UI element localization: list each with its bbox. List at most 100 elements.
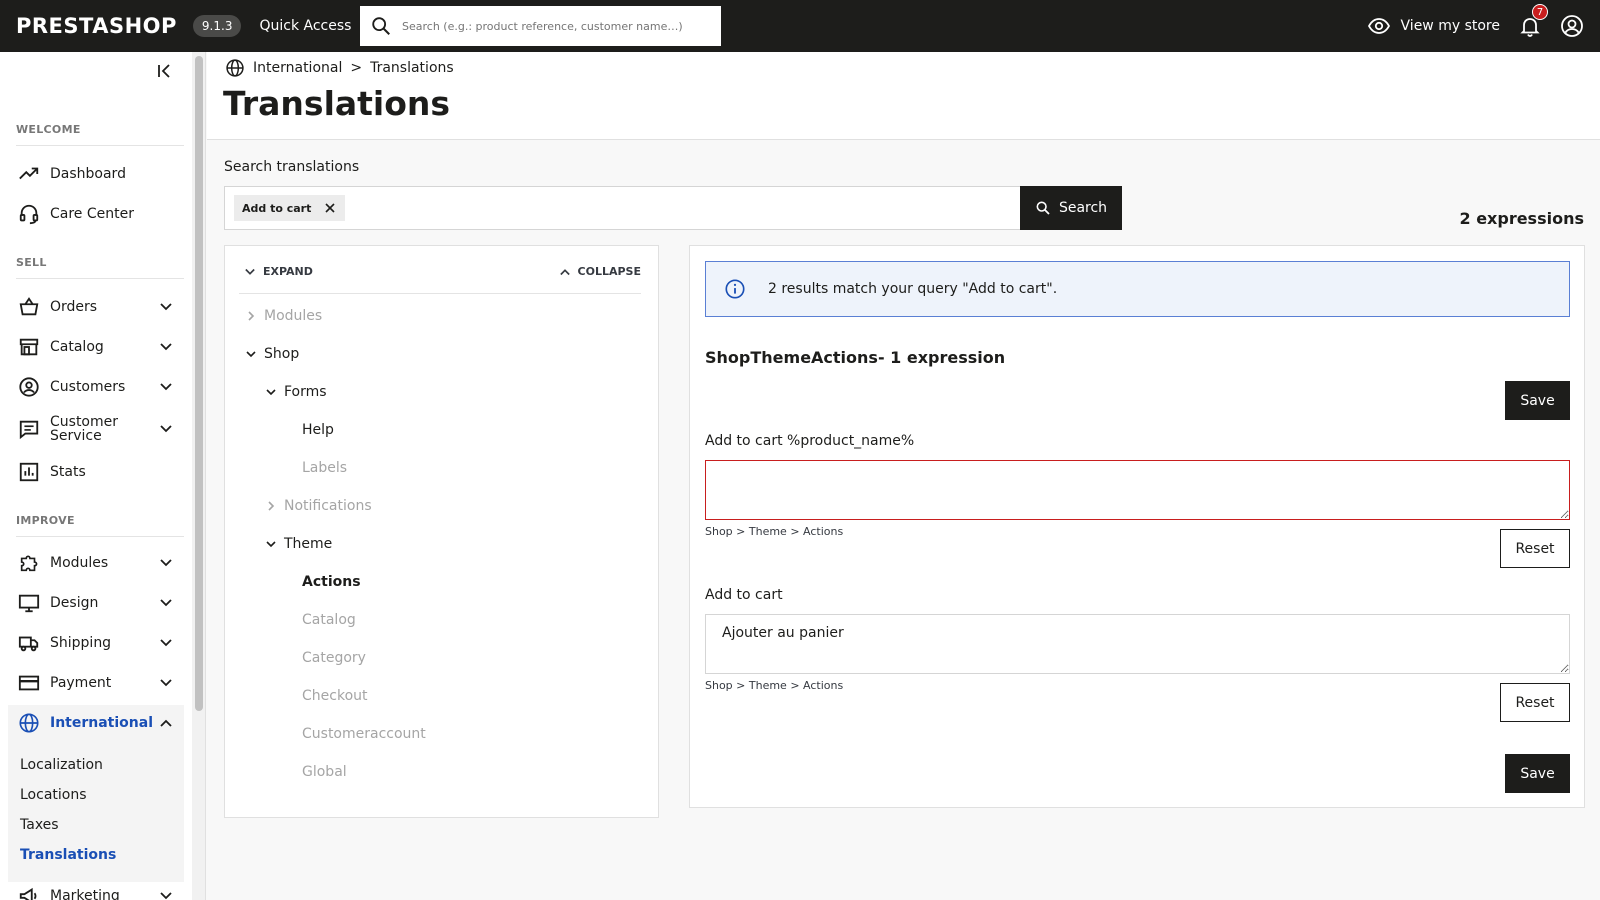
expression-source: Add to cart %product_name% bbox=[705, 433, 915, 449]
search-translations-label: Search translations bbox=[224, 159, 360, 175]
sidebar-item-payment[interactable]: Payment bbox=[16, 665, 184, 701]
chevron-down-icon bbox=[160, 425, 172, 433]
tree-node-labels[interactable]: Labels bbox=[302, 460, 347, 476]
breadcrumb-separator: > bbox=[350, 60, 363, 76]
page-title: Translations bbox=[223, 84, 451, 123]
tree-node-forms[interactable]: Forms bbox=[266, 384, 327, 400]
credit-card-icon bbox=[18, 675, 40, 691]
notifications-button[interactable]: 7 bbox=[1518, 4, 1548, 38]
expression-translation-field[interactable]: Ajouter au panier bbox=[705, 614, 1570, 674]
chevron-down-icon bbox=[246, 351, 256, 358]
truck-icon bbox=[18, 636, 39, 652]
results-panel: 2 results match your query "Add to cart"… bbox=[689, 245, 1585, 808]
save-button-top[interactable]: Save bbox=[1505, 381, 1570, 420]
tree-node-label: Catalog bbox=[302, 612, 356, 628]
chevron-down-icon bbox=[160, 559, 172, 567]
headset-icon bbox=[19, 204, 39, 225]
sidebar-item-customer-service[interactable]: Customer Service bbox=[16, 409, 184, 449]
sidebar-item-label: Catalog bbox=[50, 339, 104, 355]
chevron-down-icon bbox=[160, 383, 172, 391]
sidebar-item-orders[interactable]: Orders bbox=[16, 289, 184, 325]
sidebar-item-label: Orders bbox=[50, 299, 98, 315]
globe-icon bbox=[19, 713, 39, 733]
sidebar: WELCOME Dashboard Care Center SELL Order… bbox=[0, 52, 206, 900]
sidebar-item-care-center[interactable]: Care Center bbox=[16, 196, 184, 232]
sidebar-subitem-translations[interactable]: Translations bbox=[20, 847, 116, 863]
chevron-right-icon bbox=[248, 311, 255, 321]
sidebar-item-label: Marketing bbox=[50, 888, 120, 900]
search-button[interactable]: Search bbox=[1020, 186, 1122, 230]
domain-title: ShopThemeActions- 1 expression bbox=[705, 348, 1006, 367]
tree-node-actions[interactable]: Actions bbox=[302, 574, 361, 590]
sidebar-item-label: Care Center bbox=[50, 206, 134, 222]
megaphone-icon bbox=[19, 887, 37, 900]
reset-button[interactable]: Reset bbox=[1500, 683, 1570, 722]
tree-node-label: Forms bbox=[284, 384, 327, 400]
trending-up-icon bbox=[19, 167, 39, 180]
sidebar-subitem-localization[interactable]: Localization bbox=[20, 757, 103, 773]
tree-node-catalog[interactable]: Catalog bbox=[302, 612, 356, 628]
sidebar-scrollbar-thumb[interactable] bbox=[195, 56, 203, 711]
logo[interactable]: PRESTASHOP bbox=[16, 14, 177, 38]
sidebar-item-international[interactable]: International bbox=[16, 705, 184, 741]
tree-node-label: Customeraccount bbox=[302, 726, 426, 742]
tree-node-label: Category bbox=[302, 650, 366, 666]
view-store-link[interactable]: View my store bbox=[1367, 14, 1500, 38]
breadcrumb-international[interactable]: International bbox=[253, 60, 342, 76]
tree-actions: EXPAND COLLAPSE bbox=[239, 246, 641, 294]
tree-node-label: Labels bbox=[302, 460, 348, 476]
monitor-icon bbox=[18, 594, 40, 613]
tree-node-help[interactable]: Help bbox=[302, 422, 334, 438]
collapse-sidebar-icon[interactable] bbox=[156, 62, 174, 80]
sidebar-item-catalog[interactable]: Catalog bbox=[16, 329, 184, 365]
sidebar-subitem-taxes[interactable]: Taxes bbox=[20, 817, 59, 833]
account-icon[interactable] bbox=[1560, 14, 1584, 38]
tree-node-shop[interactable]: Shop bbox=[246, 346, 299, 362]
view-store-label: View my store bbox=[1400, 18, 1500, 34]
expand-button[interactable]: EXPAND bbox=[245, 265, 313, 278]
tree-node-modules[interactable]: Modules bbox=[246, 308, 322, 324]
tree-node-global[interactable]: Global bbox=[302, 764, 347, 780]
user-circle-icon bbox=[19, 377, 39, 397]
chevron-down-icon bbox=[266, 541, 276, 548]
sidebar-item-design[interactable]: Design bbox=[16, 585, 184, 621]
quick-access-button[interactable]: Quick Access bbox=[259, 18, 372, 34]
search-translations-input[interactable]: Add to cart bbox=[224, 186, 1021, 230]
close-icon[interactable] bbox=[325, 203, 335, 213]
global-search-input[interactable] bbox=[402, 19, 702, 33]
collapse-label: COLLAPSE bbox=[577, 265, 641, 278]
tree-node-checkout[interactable]: Checkout bbox=[302, 688, 368, 704]
sidebar-item-label: Design bbox=[50, 595, 99, 611]
sidebar-scrollbar[interactable] bbox=[192, 52, 205, 900]
bar-chart-icon bbox=[19, 462, 39, 482]
sidebar-item-shipping[interactable]: Shipping bbox=[16, 625, 184, 661]
sidebar-item-marketing[interactable]: Marketing bbox=[16, 878, 184, 900]
info-icon bbox=[725, 279, 745, 299]
expressions-count: 2 expressions bbox=[1459, 209, 1584, 228]
version-badge: 9.1.3 bbox=[192, 15, 242, 37]
collapse-button[interactable]: COLLAPSE bbox=[559, 265, 641, 278]
sidebar-item-label: Stats bbox=[50, 464, 86, 480]
chevron-down-icon bbox=[160, 639, 172, 647]
save-button-bottom[interactable]: Save bbox=[1505, 754, 1570, 793]
reset-button[interactable]: Reset bbox=[1500, 529, 1570, 568]
tree-node-category[interactable]: Category bbox=[302, 650, 366, 666]
sidebar-item-stats[interactable]: Stats bbox=[16, 454, 184, 490]
tree-node-theme[interactable]: Theme bbox=[266, 536, 332, 552]
sidebar-item-modules[interactable]: Modules bbox=[16, 545, 184, 581]
sidebar-item-label: Shipping bbox=[50, 635, 112, 651]
search-tag-label: Add to cart bbox=[242, 201, 312, 215]
search-tag: Add to cart bbox=[234, 195, 346, 221]
translation-tree-panel: EXPAND COLLAPSE Modules Shop Forms Help … bbox=[224, 245, 659, 818]
search-icon bbox=[1036, 201, 1050, 215]
tree-node-notifications[interactable]: Notifications bbox=[266, 498, 372, 514]
tree-node-customeraccount[interactable]: Customeraccount bbox=[302, 726, 426, 742]
sidebar-item-customers[interactable]: Customers bbox=[16, 369, 184, 405]
search-icon[interactable] bbox=[370, 15, 392, 37]
store-icon bbox=[19, 338, 39, 356]
sidebar-subitem-locations[interactable]: Locations bbox=[20, 787, 87, 803]
notification-count-badge: 7 bbox=[1532, 4, 1548, 20]
expression-translation-field[interactable] bbox=[705, 460, 1570, 520]
info-alert: 2 results match your query "Add to cart"… bbox=[705, 261, 1570, 317]
sidebar-item-dashboard[interactable]: Dashboard bbox=[16, 156, 184, 192]
